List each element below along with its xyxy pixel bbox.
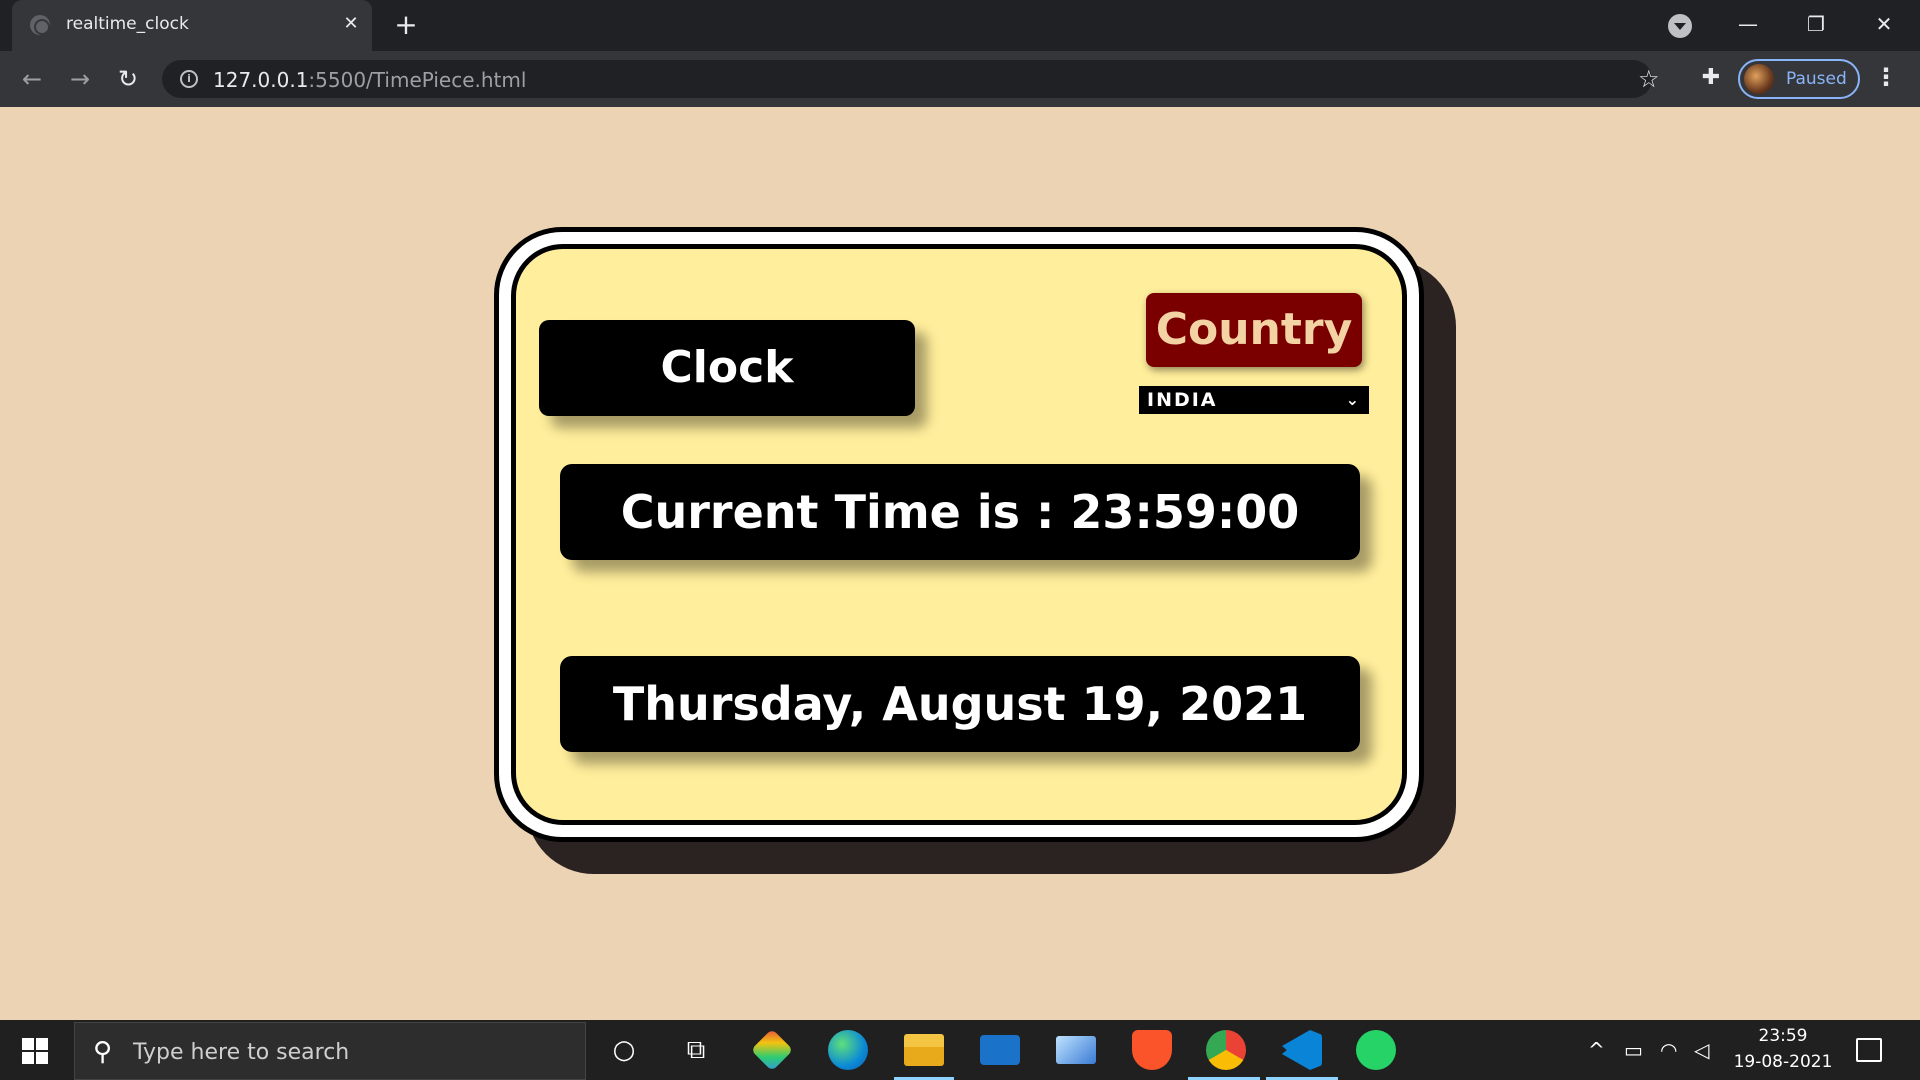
profile-label: Paused xyxy=(1786,69,1847,89)
globe-icon xyxy=(30,15,50,35)
url-text[interactable]: 127.0.0.1:5500/TimePiece.html xyxy=(213,68,526,92)
chevron-up-icon[interactable]: ^ xyxy=(1588,1038,1605,1062)
clock-title: Clock xyxy=(539,320,915,416)
tray-clock-date[interactable]: 19-08-2021 xyxy=(1730,1052,1836,1072)
taskbar-search-box[interactable]: ⚲ Type here to search xyxy=(74,1022,586,1080)
browser-toolbar: ← → ↻ i 127.0.0.1:5500/TimePiece.html ☆ … xyxy=(0,51,1920,107)
profile-button[interactable]: Paused xyxy=(1738,59,1860,99)
kebab-menu-icon[interactable]: ⋮ xyxy=(1874,63,1898,91)
avatar xyxy=(1744,64,1774,94)
minimize-button[interactable]: — xyxy=(1728,8,1768,40)
country-label: Country xyxy=(1146,293,1362,367)
taskbar-search-placeholder: Type here to search xyxy=(133,1040,350,1065)
url-path: :5500/TimePiece.html xyxy=(308,68,527,92)
url-host: 127.0.0.1 xyxy=(213,68,309,92)
task-view-icon[interactable]: ⧉ xyxy=(676,1030,716,1070)
chevron-down-icon: ⌄ xyxy=(1345,390,1359,409)
address-bar[interactable]: i 127.0.0.1:5500/TimePiece.html ☆ xyxy=(162,60,1660,98)
whatsapp-icon[interactable] xyxy=(1356,1030,1396,1070)
current-time-display: Current Time is : 23:59:00 xyxy=(560,464,1360,560)
file-explorer-icon[interactable] xyxy=(904,1034,944,1066)
mail-app-icon[interactable] xyxy=(980,1035,1020,1065)
info-icon[interactable]: i xyxy=(180,70,198,88)
chrome-browser-icon[interactable] xyxy=(1206,1030,1246,1070)
git-app-icon[interactable] xyxy=(750,1028,794,1072)
volume-icon[interactable]: ◁ xyxy=(1694,1038,1709,1062)
back-icon[interactable]: ← xyxy=(16,63,48,95)
close-window-button[interactable]: ✕ xyxy=(1864,8,1904,40)
brave-browser-icon[interactable] xyxy=(1132,1030,1172,1070)
tab-close-button[interactable]: ✕ xyxy=(338,11,364,37)
tab-search-icon[interactable] xyxy=(1668,14,1692,38)
taskbar: ⚲ Type here to search ○ ⧉ ^ ▭ ◠ ◁ 23:59 … xyxy=(0,1020,1920,1080)
tab-title: realtime_clock xyxy=(66,14,189,34)
current-date-display: Thursday, August 19, 2021 xyxy=(560,656,1360,752)
laptop-app-icon[interactable] xyxy=(1056,1036,1096,1064)
cortana-icon[interactable]: ○ xyxy=(604,1030,644,1070)
extensions-puzzle-icon[interactable]: ✚ xyxy=(1698,65,1724,91)
browser-tab[interactable]: realtime_clock ✕ xyxy=(12,0,372,51)
browser-titlebar: realtime_clock ✕ + — ❐ ✕ xyxy=(0,0,1920,51)
wifi-icon[interactable]: ◠ xyxy=(1660,1038,1677,1062)
new-tab-button[interactable]: + xyxy=(390,10,422,42)
country-select-value: INDIA xyxy=(1147,389,1218,411)
edge-browser-icon[interactable] xyxy=(828,1030,868,1070)
vscode-icon[interactable] xyxy=(1282,1030,1322,1070)
battery-icon[interactable]: ▭ xyxy=(1624,1038,1643,1062)
restore-button[interactable]: ❐ xyxy=(1796,8,1836,40)
tray-clock-time[interactable]: 23:59 xyxy=(1748,1026,1818,1046)
bookmark-star-icon[interactable]: ☆ xyxy=(1638,65,1660,93)
windows-start-icon[interactable] xyxy=(22,1038,48,1064)
reload-icon[interactable]: ↻ xyxy=(112,63,144,95)
country-select[interactable]: INDIA ⌄ xyxy=(1139,386,1369,414)
notification-icon[interactable] xyxy=(1856,1038,1882,1062)
search-icon: ⚲ xyxy=(93,1037,113,1067)
forward-icon[interactable]: → xyxy=(64,63,96,95)
